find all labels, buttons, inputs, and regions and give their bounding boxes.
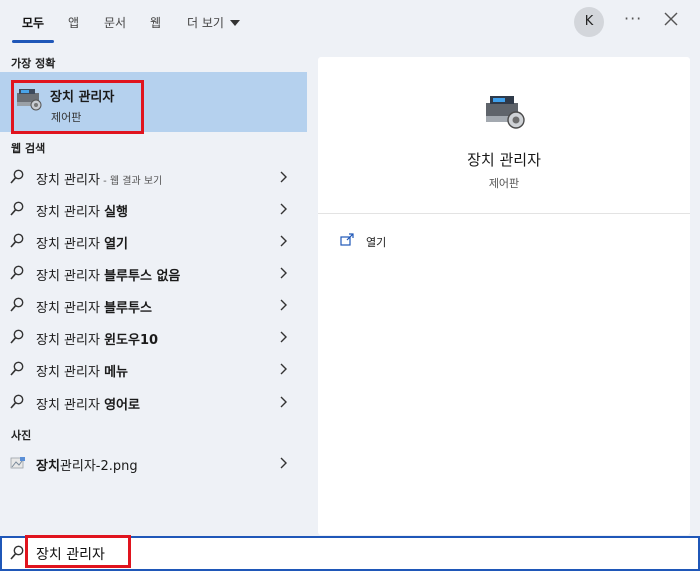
chevron-right-icon	[280, 235, 287, 247]
more-icon[interactable]: ···	[624, 9, 642, 28]
account-avatar[interactable]: K	[574, 7, 604, 37]
web-result-text: 장치 관리자 열기	[36, 237, 128, 252]
best-match-subtitle: 제어판	[51, 111, 82, 124]
device-manager-icon	[486, 96, 525, 129]
tab-documents[interactable]: 문서	[104, 14, 126, 31]
photo-result-text: 장치관리자-2.png	[36, 459, 138, 474]
chevron-right-icon	[280, 171, 287, 183]
web-result-text: 장치 관리자 블루투스 없음	[36, 269, 181, 284]
web-result-text: 장치 관리자 블루투스	[36, 301, 152, 316]
web-search-heading: 웹 검색	[11, 142, 46, 155]
preview-subtitle: 제어판	[488, 177, 520, 190]
chevron-right-icon	[280, 203, 287, 215]
open-action-label: 열기	[366, 236, 387, 249]
web-result-row[interactable]: 장치 관리자 영어로	[0, 386, 307, 418]
tab-web[interactable]: 웹	[150, 14, 161, 31]
tab-more[interactable]: 더 보기	[187, 14, 240, 31]
web-result-text: 장치 관리자 - 웹 결과 보기	[36, 173, 163, 188]
chevron-right-icon	[280, 331, 287, 343]
web-result-row[interactable]: 장치 관리자 블루투스	[0, 289, 307, 321]
web-result-row[interactable]: 장치 관리자 실행	[0, 193, 307, 225]
web-result-text: 장치 관리자 메뉴	[36, 365, 128, 380]
chevron-right-icon	[280, 267, 287, 279]
web-result-row[interactable]: 장치 관리자 윈도우10	[0, 321, 307, 353]
tab-all[interactable]: 모두	[22, 14, 44, 31]
best-match-title: 장치 관리자	[50, 90, 115, 105]
web-result-row[interactable]: 장치 관리자 블루투스 없음	[0, 257, 307, 289]
open-icon	[340, 233, 354, 246]
device-manager-icon	[17, 89, 42, 111]
search-icon	[10, 329, 24, 344]
web-result-text: 장치 관리자 윈도우10	[36, 333, 159, 348]
search-icon	[10, 361, 24, 376]
tab-apps[interactable]: 앱	[68, 14, 79, 31]
search-icon	[10, 201, 24, 216]
active-tab-indicator	[12, 40, 54, 43]
search-box[interactable]	[0, 536, 700, 571]
best-match-heading: 가장 정확	[11, 57, 56, 70]
search-icon	[10, 169, 24, 184]
web-result-text: 장치 관리자 실행	[36, 205, 128, 220]
preview-title: 장치 관리자	[467, 151, 541, 169]
best-match-item[interactable]	[0, 72, 307, 132]
web-result-row[interactable]: 장치 관리자 메뉴	[0, 353, 307, 385]
search-icon	[10, 265, 24, 280]
preview-divider	[318, 213, 690, 214]
close-icon[interactable]	[662, 10, 680, 28]
web-result-row[interactable]: 장치 관리자 - 웹 결과 보기	[0, 161, 307, 193]
search-icon	[10, 297, 24, 312]
search-icon	[10, 394, 24, 409]
preview-pane: 장치 관리자 제어판 열기	[318, 57, 690, 535]
chevron-right-icon	[280, 299, 287, 311]
chevron-right-icon	[280, 396, 287, 408]
tab-more-label: 더 보기	[187, 16, 224, 30]
search-icon	[10, 545, 24, 560]
image-file-icon	[10, 457, 25, 469]
search-tabs-bar: 모두 앱 문서 웹 더 보기 K ···	[0, 0, 700, 46]
web-result-text: 장치 관리자 영어로	[36, 398, 140, 413]
search-input[interactable]	[36, 543, 436, 565]
chevron-right-icon	[280, 457, 287, 469]
web-result-row[interactable]: 장치 관리자 열기	[0, 225, 307, 257]
chevron-right-icon	[280, 363, 287, 375]
chevron-down-icon	[229, 20, 240, 26]
search-icon	[10, 233, 24, 248]
photo-result-row[interactable]: 장치관리자-2.png	[0, 447, 307, 479]
photos-heading: 사진	[11, 429, 32, 442]
